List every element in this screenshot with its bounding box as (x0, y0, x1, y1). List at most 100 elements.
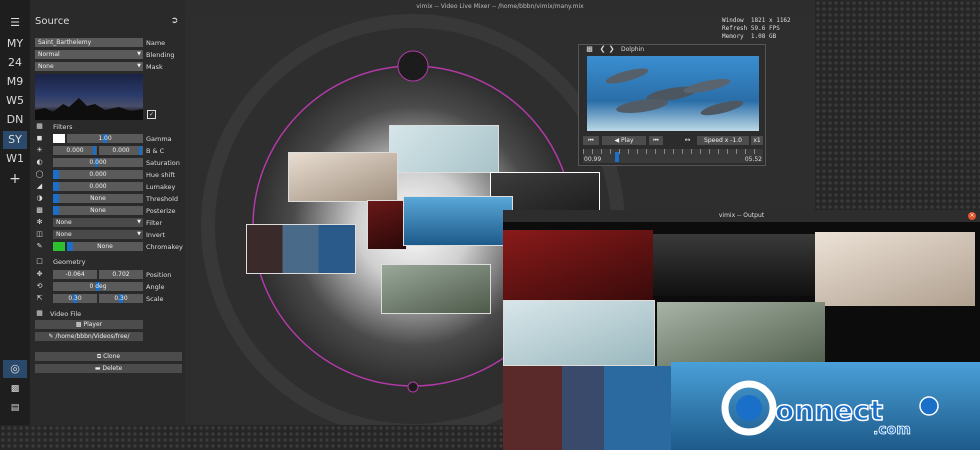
source-thumb-forest[interactable] (381, 264, 491, 314)
chromakey-value: None (97, 243, 113, 250)
stats-refresh: Refresh 59.6 FPS (722, 25, 812, 33)
add-session-button[interactable]: + (3, 170, 27, 188)
loop-count[interactable]: x1 (751, 136, 763, 145)
scale-icon: ⇱ (36, 294, 43, 302)
scale-x-slider[interactable]: 0.30 (53, 294, 97, 303)
lumakey-slider[interactable]: 0.000 (53, 182, 143, 191)
svg-text:onnect: onnect (775, 394, 883, 427)
timeline-ticks (583, 149, 763, 154)
svg-text:.com: .com (873, 422, 911, 436)
session-24[interactable]: 24 (3, 54, 27, 72)
stats-overlay: Window 1821 x 1162 Refresh 59.6 FPS Memo… (722, 17, 812, 41)
chevron-left-icon[interactable]: ❮ (598, 45, 607, 54)
mask-select[interactable]: None ▼ (35, 62, 143, 71)
player-button[interactable]: ▩ Player (35, 320, 143, 329)
hue-icon: ◯ (35, 170, 44, 178)
session-m9[interactable]: M9 (3, 73, 27, 91)
threshold-value: None (90, 195, 106, 202)
position-x-value: -0.064 (65, 271, 85, 278)
menu-icon[interactable]: ☰ (3, 14, 27, 32)
invert-value: None (56, 231, 72, 238)
posterize-value: None (90, 207, 106, 214)
play-button[interactable]: ◀ Play (602, 136, 646, 145)
session-dn[interactable]: DN (3, 111, 27, 129)
time-end: 05.52 (744, 156, 762, 163)
filters-icon: ▦ (36, 122, 43, 130)
checkbox-icon[interactable]: ✓ (147, 110, 156, 119)
geometry-icon: □ (36, 257, 43, 265)
preview-silhouette (35, 98, 143, 120)
position-y-slider[interactable]: 0.702 (99, 270, 143, 279)
source-thumb-drone[interactable] (288, 152, 398, 202)
geometry-view-icon[interactable]: ▩ (3, 380, 27, 398)
invert-select[interactable]: None ▼ (53, 230, 143, 239)
chromakey-slider[interactable]: None (67, 242, 143, 251)
blending-label: Blending (146, 51, 175, 59)
source-thumb-dolphin[interactable] (403, 196, 513, 246)
chromakey-color-swatch[interactable] (53, 242, 65, 251)
name-field[interactable]: Saint_Barthelemy (35, 38, 143, 47)
hue-slider[interactable]: 0.000 (53, 170, 143, 179)
timeline[interactable]: 00.99 05.52 (583, 149, 763, 163)
session-my[interactable]: MY (3, 35, 27, 53)
gamma-icon: ◼ (36, 134, 43, 142)
saturation-label: Saturation (146, 159, 180, 167)
chromakey-label: Chromakey (146, 243, 183, 251)
gamma-slider[interactable]: 1.00 (67, 134, 143, 143)
session-bar: ☰ MY 24 M9 W5 DN SY W1 + ◎ ▩ ▤ (0, 0, 30, 425)
mask-label: Mask (146, 63, 163, 71)
step-button[interactable]: ⏮ (649, 136, 663, 145)
source-thumb-pale[interactable] (389, 125, 499, 173)
source-thumb-red[interactable] (367, 200, 407, 250)
stats-refresh-value: 59.6 FPS (750, 25, 780, 32)
filter-select[interactable]: None ▼ (53, 218, 143, 227)
lumakey-label: Lumakey (146, 183, 176, 191)
film-icon: ▦ (36, 309, 43, 317)
session-w1[interactable]: W1 (3, 150, 27, 168)
delete-button[interactable]: ▬ Delete (35, 364, 182, 373)
time-start: 00.99 (584, 156, 602, 163)
source-panel: Source ➲ Saint_Barthelemy Name Normal ▼ B… (30, 0, 185, 425)
layers-view-icon[interactable]: ▤ (3, 399, 27, 417)
invert-label: Invert (146, 231, 166, 239)
film-icon[interactable]: ▩ (585, 45, 594, 54)
panel-title: Source (35, 16, 70, 27)
position-icon: ✥ (36, 270, 43, 278)
source-thumb-mosaic[interactable] (246, 224, 356, 274)
scale-y-slider[interactable]: 0.30 (99, 294, 143, 303)
chevron-down-icon: ▼ (137, 219, 141, 225)
contrast-slider[interactable]: 0.000 (99, 146, 143, 155)
session-sy[interactable]: SY (3, 131, 27, 149)
clone-button[interactable]: ⧉ Clone (35, 352, 182, 361)
filter-label: Filter (146, 219, 163, 227)
background-pattern-bottom (0, 425, 503, 450)
geometry-header: Geometry (53, 258, 86, 266)
threshold-slider[interactable]: None (53, 194, 143, 203)
posterize-slider[interactable]: None (53, 206, 143, 215)
saturation-icon: ◐ (36, 158, 43, 166)
pin-icon[interactable]: ➲ (170, 17, 179, 26)
position-x-slider[interactable]: -0.064 (53, 270, 97, 279)
path-button[interactable]: ✎ /home/bbbn/Videos/free/ (35, 332, 143, 341)
timeline-playhead[interactable] (614, 152, 619, 162)
window-titlebar: vimix -- Video Live Mixer -- /home/bbbn/… (185, 0, 815, 14)
session-w5[interactable]: W5 (3, 92, 27, 110)
lumakey-icon: ◢ (36, 182, 43, 190)
angle-slider[interactable]: 0 deg (53, 282, 143, 291)
player-window: ▩ ❮ ❯ Dolphin ⏮ ◀ Play ⏮ ↔ Speed x -1.0 … (578, 44, 766, 166)
mixing-view-icon[interactable]: ◎ (3, 360, 27, 378)
chevron-right-icon[interactable]: ❯ (607, 45, 616, 54)
loop-icon[interactable]: ↔ (683, 136, 692, 145)
close-icon[interactable]: × (968, 212, 976, 220)
speed-control[interactable]: Speed x -1.0 (697, 136, 749, 145)
angle-icon: ⟲ (36, 282, 43, 290)
saturation-slider[interactable]: 0.000 (53, 158, 143, 167)
gamma-color-swatch[interactable] (53, 134, 65, 143)
position-y-value: 0.702 (112, 271, 130, 278)
stats-refresh-label: Refresh (722, 25, 748, 32)
bc-label: B & C (146, 147, 165, 155)
rewind-button[interactable]: ⏮ (583, 136, 599, 145)
player-video (587, 56, 759, 131)
brightness-slider[interactable]: 0.000 (53, 146, 97, 155)
blending-select[interactable]: Normal ▼ (35, 50, 143, 59)
